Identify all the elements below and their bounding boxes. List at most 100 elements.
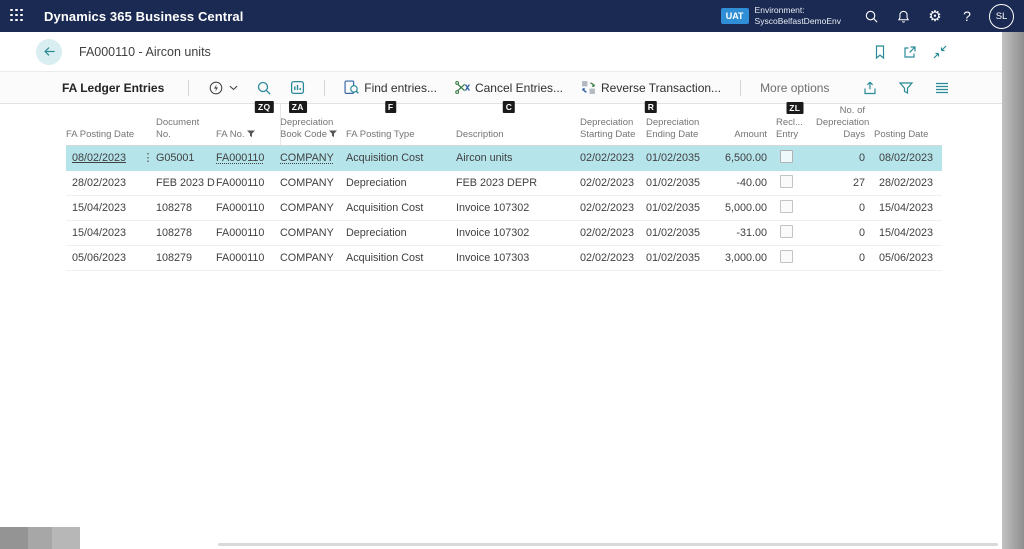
- cell-posting-date[interactable]: 05/06/2023: [874, 252, 942, 264]
- column-header-fa-posting-type[interactable]: FA Posting Type: [346, 129, 456, 141]
- column-header-description[interactable]: Description: [456, 129, 580, 141]
- column-header-depreciation-book-code[interactable]: Depreciation Book Code: [280, 117, 346, 141]
- table-row[interactable]: 15/04/2023 ⋮ 108278 FA000110 COMPANY Dep…: [66, 221, 942, 246]
- cell-document-no[interactable]: 108278: [156, 227, 216, 239]
- open-in-new-window-button[interactable]: [902, 44, 918, 60]
- recl-entry-checkbox[interactable]: [780, 150, 793, 163]
- cell-document-no[interactable]: G05001: [156, 152, 216, 164]
- column-header-document-no[interactable]: Document No.: [156, 117, 216, 141]
- cell-depreciation-starting-date[interactable]: 02/02/2023: [580, 227, 646, 239]
- cell-depreciation-ending-date[interactable]: 01/02/2035: [646, 202, 722, 214]
- cell-depreciation-starting-date[interactable]: 02/02/2023: [580, 177, 646, 189]
- cell-recl-entry[interactable]: [776, 150, 816, 166]
- app-launcher-icon[interactable]: [10, 9, 25, 24]
- bookmark-button[interactable]: [872, 44, 888, 60]
- recl-entry-checkbox[interactable]: [780, 250, 793, 263]
- cancel-entries-button[interactable]: Cancel Entries... C: [452, 80, 566, 95]
- cell-fa-posting-type[interactable]: Acquisition Cost: [346, 152, 456, 164]
- analyze-button[interactable]: ZA: [287, 80, 308, 95]
- cell-amount[interactable]: 6,500.00: [722, 152, 776, 164]
- cell-depreciation-book-code[interactable]: COMPANY: [280, 177, 346, 189]
- cell-depreciation-book-code[interactable]: COMPANY: [280, 152, 346, 164]
- cell-fa-posting-date[interactable]: 28/02/2023: [66, 177, 140, 189]
- cell-depreciation-starting-date[interactable]: 02/02/2023: [580, 152, 646, 164]
- cell-fa-no[interactable]: FA000110: [216, 202, 280, 214]
- cell-depreciation-book-code[interactable]: COMPANY: [280, 227, 346, 239]
- cell-no-of-depreciation-days[interactable]: 27: [816, 177, 874, 189]
- cell-document-no[interactable]: FEB 2023 D...: [156, 177, 216, 189]
- avatar[interactable]: SL: [989, 4, 1014, 29]
- cell-amount[interactable]: 5,000.00: [722, 202, 776, 214]
- cell-description[interactable]: Invoice 107303: [456, 252, 580, 264]
- cell-fa-posting-date[interactable]: 15/04/2023: [66, 227, 140, 239]
- cell-recl-entry[interactable]: [776, 225, 816, 241]
- cell-depreciation-starting-date[interactable]: 02/02/2023: [580, 202, 646, 214]
- row-context-menu-icon[interactable]: ⋮: [140, 151, 156, 164]
- cell-depreciation-book-code[interactable]: COMPANY: [280, 252, 346, 264]
- cell-description[interactable]: FEB 2023 DEPR: [456, 177, 580, 189]
- column-header-recl-entry[interactable]: Recl... Entry: [776, 117, 816, 141]
- help-button[interactable]: ?: [951, 0, 983, 32]
- cell-amount[interactable]: -40.00: [722, 177, 776, 189]
- cell-fa-no[interactable]: FA000110: [216, 152, 280, 164]
- cell-amount[interactable]: -31.00: [722, 227, 776, 239]
- search-button[interactable]: [855, 0, 887, 32]
- cell-depreciation-ending-date[interactable]: 01/02/2035: [646, 152, 722, 164]
- cell-description[interactable]: Aircon units: [456, 152, 580, 164]
- recl-entry-checkbox[interactable]: [780, 175, 793, 188]
- cell-posting-date[interactable]: 28/02/2023: [874, 177, 942, 189]
- filter-button[interactable]: [898, 80, 914, 96]
- environment-pill[interactable]: UAT Environment: SyscoBelfastDemoEnv: [721, 5, 841, 27]
- share-button[interactable]: [862, 80, 878, 96]
- cell-posting-date[interactable]: 08/02/2023: [874, 152, 942, 164]
- back-button[interactable]: [36, 39, 62, 65]
- cell-depreciation-ending-date[interactable]: 01/02/2035: [646, 227, 722, 239]
- cell-fa-no[interactable]: FA000110: [216, 227, 280, 239]
- horizontal-scrollbar-thumb[interactable]: [218, 543, 998, 546]
- find-entries-button[interactable]: Find entries... F: [341, 80, 440, 95]
- cell-posting-date[interactable]: 15/04/2023: [874, 227, 942, 239]
- cell-depreciation-ending-date[interactable]: 01/02/2035: [646, 252, 722, 264]
- cell-no-of-depreciation-days[interactable]: 0: [816, 252, 874, 264]
- column-header-depreciation-ending-date[interactable]: Depreciation Ending Date: [646, 117, 722, 141]
- cell-fa-posting-date[interactable]: 05/06/2023: [66, 252, 140, 264]
- column-header-posting-date[interactable]: Posting Date: [874, 129, 942, 141]
- list-view-menu-button[interactable]: [934, 80, 950, 96]
- cell-fa-posting-type[interactable]: Depreciation: [346, 227, 456, 239]
- cell-fa-no[interactable]: FA000110: [216, 252, 280, 264]
- column-header-depreciation-starting-date[interactable]: Depreciation Starting Date: [580, 117, 646, 141]
- cell-fa-posting-type[interactable]: Acquisition Cost: [346, 202, 456, 214]
- cell-recl-entry[interactable]: [776, 175, 816, 191]
- collapse-button[interactable]: [932, 44, 948, 60]
- cell-description[interactable]: Invoice 107302: [456, 227, 580, 239]
- cell-depreciation-book-code[interactable]: COMPANY: [280, 202, 346, 214]
- cell-depreciation-ending-date[interactable]: 01/02/2035: [646, 177, 722, 189]
- cell-document-no[interactable]: 108279: [156, 252, 216, 264]
- cell-fa-posting-date[interactable]: 08/02/2023: [66, 152, 140, 164]
- table-row[interactable]: 05/06/2023 ⋮ 108279 FA000110 COMPANY Acq…: [66, 246, 942, 271]
- settings-button[interactable]: ⚙: [919, 0, 951, 32]
- cell-fa-posting-type[interactable]: Depreciation: [346, 177, 456, 189]
- table-row[interactable]: 15/04/2023 ⋮ 108278 FA000110 COMPANY Acq…: [66, 196, 942, 221]
- more-options-button[interactable]: More options ZL: [757, 81, 832, 95]
- outer-vertical-scrollbar[interactable]: [1002, 32, 1024, 549]
- reverse-transaction-button[interactable]: Reverse Transaction... R: [578, 80, 724, 95]
- table-row[interactable]: 08/02/2023 ⋮ G05001 FA000110 COMPANY Acq…: [66, 146, 942, 171]
- cell-fa-posting-date[interactable]: 15/04/2023: [66, 202, 140, 214]
- cell-no-of-depreciation-days[interactable]: 0: [816, 152, 874, 164]
- table-row[interactable]: 28/02/2023 ⋮ FEB 2023 D... FA000110 COMP…: [66, 171, 942, 196]
- cell-amount[interactable]: 3,000.00: [722, 252, 776, 264]
- cell-posting-date[interactable]: 15/04/2023: [874, 202, 942, 214]
- list-search-button[interactable]: ZQ: [253, 80, 275, 96]
- cell-no-of-depreciation-days[interactable]: 0: [816, 202, 874, 214]
- cell-depreciation-starting-date[interactable]: 02/02/2023: [580, 252, 646, 264]
- cell-no-of-depreciation-days[interactable]: 0: [816, 227, 874, 239]
- recl-entry-checkbox[interactable]: [780, 225, 793, 238]
- cell-description[interactable]: Invoice 107302: [456, 202, 580, 214]
- column-header-no-of-depreciation-days[interactable]: No. of Depreciation Days: [816, 105, 874, 141]
- column-header-amount[interactable]: Amount: [722, 129, 776, 141]
- notifications-button[interactable]: [887, 0, 919, 32]
- cell-fa-no[interactable]: FA000110: [216, 177, 280, 189]
- automate-menu-button[interactable]: [205, 80, 241, 96]
- column-header-fa-no[interactable]: FA No.: [216, 129, 280, 141]
